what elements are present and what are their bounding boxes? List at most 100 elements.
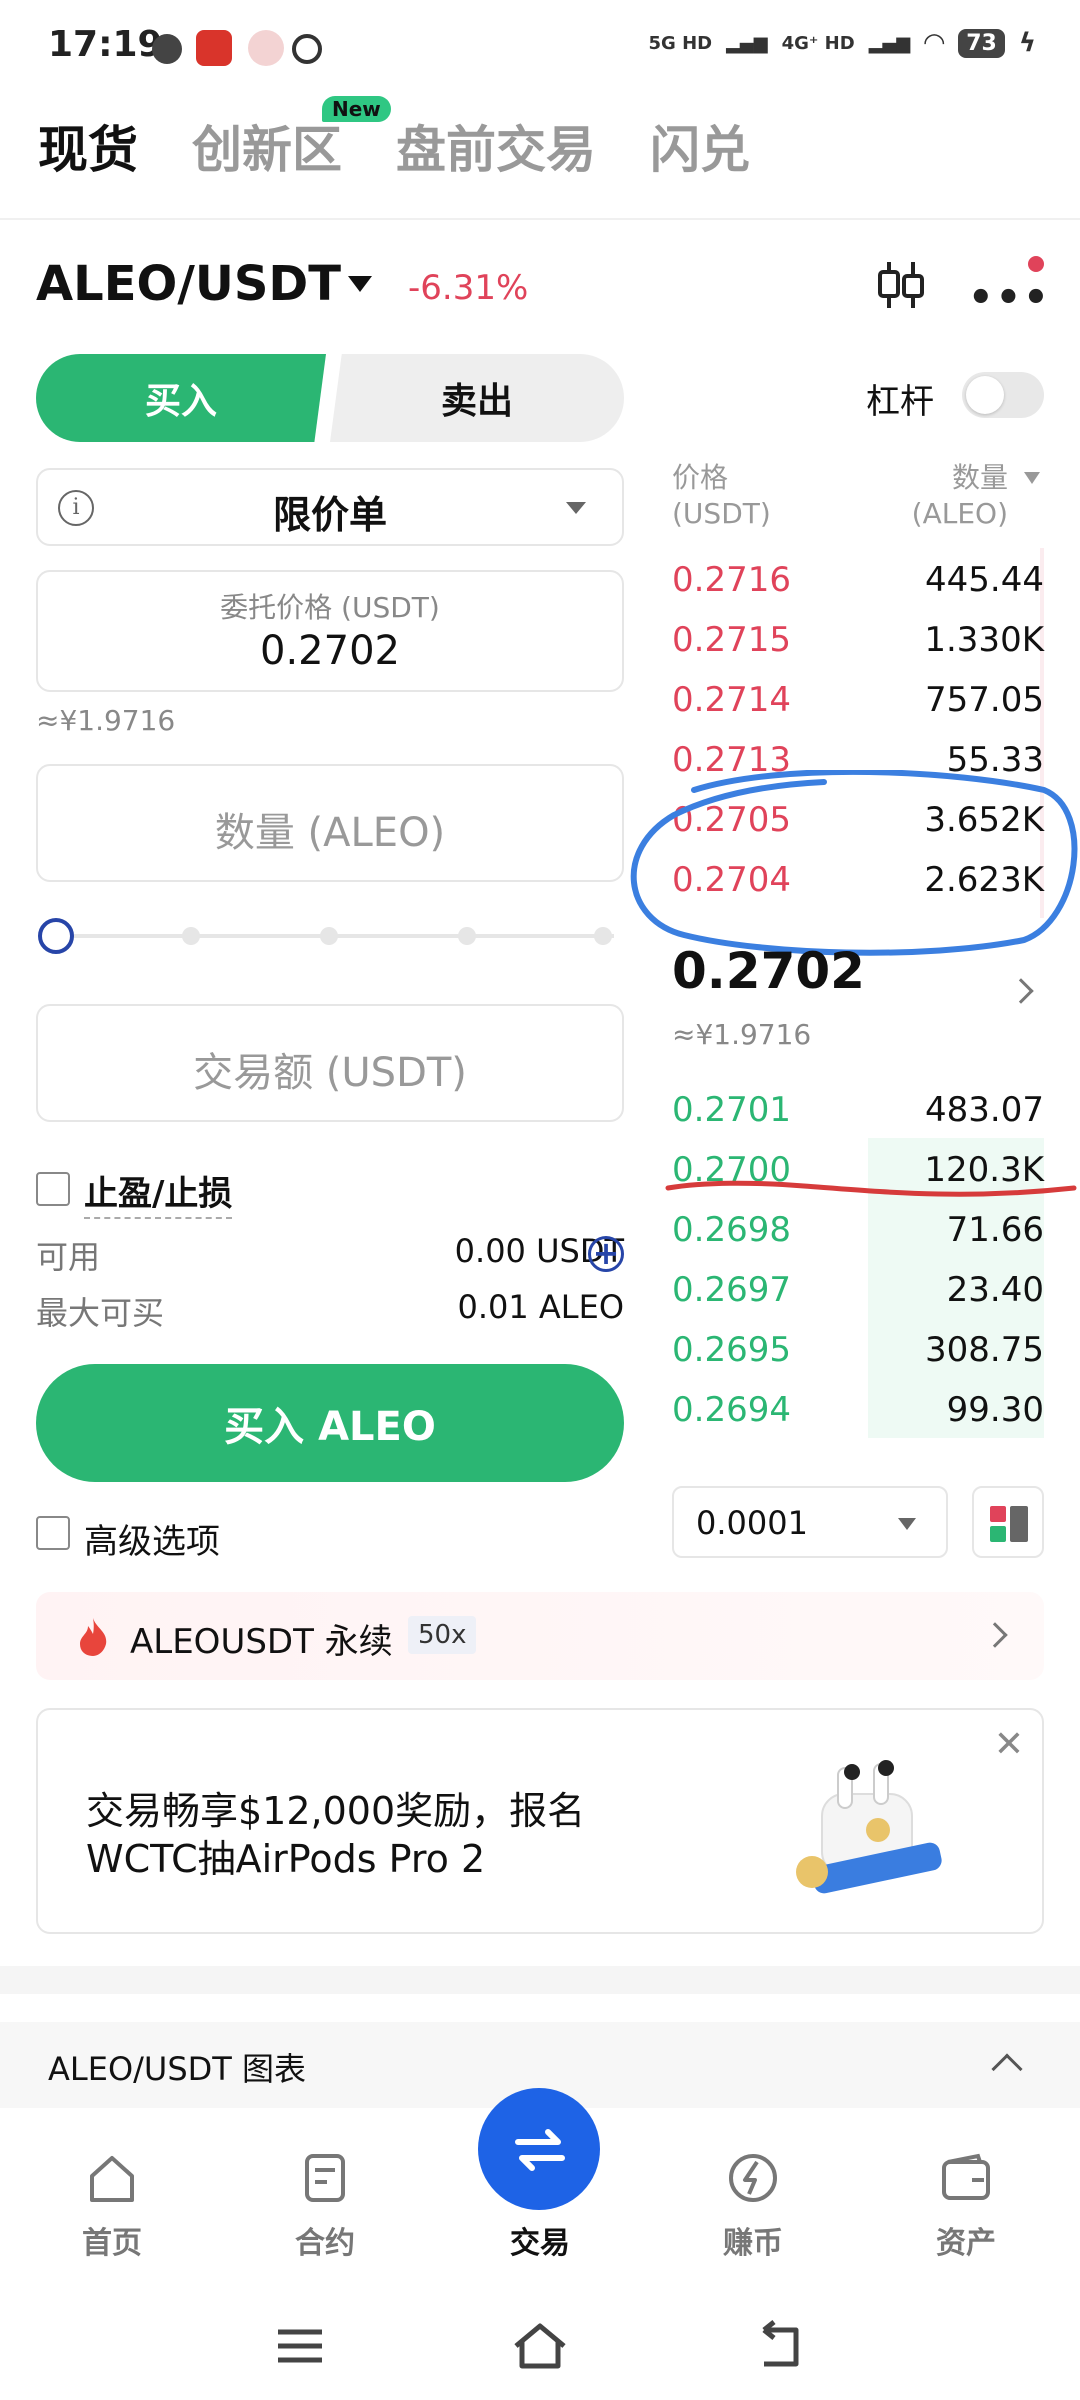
chart-section-label: ALEO/USDT 图表 (48, 2050, 307, 2088)
deposit-plus-icon[interactable]: + (588, 1236, 624, 1272)
nav-home[interactable]: 首页 (32, 2108, 192, 2294)
bid-price: 0.2694 (672, 1390, 791, 1430)
sync-icon (292, 34, 322, 64)
amount-placeholder: 交易额 (USDT) (193, 1050, 467, 1096)
available-label: 可用 (36, 1238, 101, 1276)
toggle-knob (966, 376, 1004, 414)
bid-row[interactable]: 0.2695 308.75 (672, 1318, 1044, 1378)
nav-contract[interactable]: 合约 (245, 2108, 405, 2294)
status-time: 17:19 (48, 24, 163, 65)
slider-handle[interactable] (38, 918, 74, 954)
bid-qty: 308.75 (925, 1330, 1044, 1370)
charging-icon: ϟ (1018, 28, 1036, 58)
percentage-slider[interactable] (38, 918, 614, 954)
tpsl-checkbox[interactable] (36, 1172, 70, 1206)
chevron-up-icon (991, 2053, 1023, 2085)
qty-column-header[interactable]: 数量 (ALEO) (912, 460, 1008, 532)
caret-down-icon[interactable] (1024, 472, 1040, 484)
quantity-input[interactable]: 数量 (ALEO) (36, 764, 624, 882)
ask-qty: 445.44 (925, 560, 1044, 600)
ask-qty: 1.330K (924, 620, 1044, 660)
slider-step-25[interactable] (182, 927, 200, 945)
home-button-icon[interactable] (510, 2316, 570, 2376)
order-type-select[interactable]: i 限价单 (36, 468, 624, 546)
back-icon[interactable] (750, 2316, 810, 2376)
tpsl-label[interactable]: 止盈/止损 (84, 1166, 233, 1219)
sell-tab[interactable]: 卖出 (330, 354, 624, 442)
buy-submit-button[interactable]: 买入 ALEO (36, 1364, 624, 1482)
slider-step-50[interactable] (320, 927, 338, 945)
app-notification-icon (196, 30, 232, 66)
promo-card[interactable]: 交易畅享$12,000奖励，报名 WCTC抽AirPods Pro 2 ✕ (36, 1708, 1044, 1934)
ask-row[interactable]: 0.2716 445.44 (672, 548, 1044, 608)
bid-qty: 483.07 (925, 1090, 1044, 1130)
bottom-nav: 首页 合约 交易 赚币 资产 (0, 2088, 1080, 2294)
advanced-options-checkbox[interactable] (36, 1516, 70, 1550)
new-badge: New (322, 96, 391, 122)
pair-selector[interactable]: ALEO/USDT (36, 256, 341, 312)
notification-dot (1028, 256, 1044, 272)
tab-convert[interactable]: 闪兑 (650, 110, 750, 182)
bid-price: 0.2695 (672, 1330, 791, 1370)
nav-earn-label: 赚币 (723, 2226, 783, 2261)
top-tabs: 现货 创新区 New 盘前交易 闪兑 (38, 96, 750, 182)
max-buy-label: 最大可买 (36, 1294, 165, 1332)
chevron-right-icon[interactable] (1008, 978, 1034, 1004)
menu-icon[interactable] (270, 2316, 330, 2376)
wifi-icon: ◠ (924, 28, 945, 58)
nav-trade[interactable]: 交易 (460, 2088, 620, 2294)
leverage-toggle[interactable] (962, 372, 1044, 418)
price-column-header: 价格 (USDT) (672, 460, 771, 532)
promo-line-2: WCTC抽AirPods Pro 2 (86, 1837, 486, 1881)
ask-price: 0.2716 (672, 560, 791, 600)
qty-header: 数量 (951, 461, 1008, 494)
perpetual-label: ALEOUSDT 永续 (130, 1622, 393, 1662)
nav-earn[interactable]: 赚币 (673, 2108, 833, 2294)
last-price: 0.2702 (672, 942, 865, 1000)
price-header: 价格 (672, 461, 729, 494)
nav-assets-label: 资产 (936, 2226, 996, 2261)
price-input-label: 委托价格 (USDT) (220, 591, 440, 624)
order-type-label: 限价单 (272, 493, 387, 537)
system-nav-bar (0, 2294, 1080, 2400)
buy-tab[interactable]: 买入 (36, 354, 326, 442)
bid-row[interactable]: 0.2701 483.07 (672, 1078, 1044, 1138)
price-input-value[interactable]: 0.2702 (38, 628, 622, 674)
nav-assets[interactable]: 资产 (886, 2108, 1046, 2294)
caret-down-icon (566, 502, 586, 514)
promo-line-1: 交易畅享$12,000奖励，报名 (86, 1789, 586, 1833)
more-options-icon[interactable]: ••• (968, 278, 1051, 318)
nav-contract-label: 合约 (295, 2226, 355, 2261)
close-icon[interactable]: ✕ (994, 1724, 1024, 1765)
message-icon (152, 34, 182, 64)
slider-step-75[interactable] (458, 927, 476, 945)
book-layout-button[interactable] (972, 1486, 1044, 1558)
candlestick-chart-icon[interactable] (874, 258, 928, 312)
bid-row[interactable]: 0.2697 23.40 (672, 1258, 1044, 1318)
tab-spot[interactable]: 现货 (38, 110, 138, 182)
amount-input[interactable]: 交易额 (USDT) (36, 1004, 624, 1122)
price-unit: (USDT) (672, 497, 771, 530)
tab-premarket[interactable]: 盘前交易 (396, 110, 596, 182)
tab-innovation[interactable]: 创新区 New (192, 96, 391, 182)
signal-icon-2: ▂▄▆ (868, 32, 911, 54)
status-right: 5G HD ▂▄▆ 4G⁺ HD ▂▄▆ ◠ 73 ϟ (649, 28, 1037, 58)
caret-down-icon[interactable] (348, 276, 372, 292)
annotation-circle (630, 770, 1078, 956)
precision-select[interactable]: 0.0001 (672, 1486, 948, 1558)
leverage-label: 杠杆 (866, 382, 934, 422)
ask-price: 0.2714 (672, 680, 791, 720)
bid-price: 0.2697 (672, 1270, 791, 1310)
signal-icon: ▂▄▆ (726, 32, 768, 54)
ask-qty: 757.05 (925, 680, 1044, 720)
bid-row[interactable]: 0.2694 99.30 (672, 1378, 1044, 1438)
advanced-options-label[interactable]: 高级选项 (84, 1514, 220, 1563)
ask-row[interactable]: 0.2714 757.05 (672, 668, 1044, 728)
book-layout-icon (990, 1506, 1028, 1542)
slider-step-100[interactable] (594, 927, 612, 945)
price-input[interactable]: 委托价格 (USDT) 0.2702 (36, 570, 624, 692)
ask-row[interactable]: 0.2715 1.330K (672, 608, 1044, 668)
weibo-icon (248, 30, 284, 66)
max-buy-value: 0.01 ALEO (457, 1288, 624, 1326)
perpetual-banner[interactable]: ALEOUSDT 永续 50x (36, 1592, 1044, 1680)
